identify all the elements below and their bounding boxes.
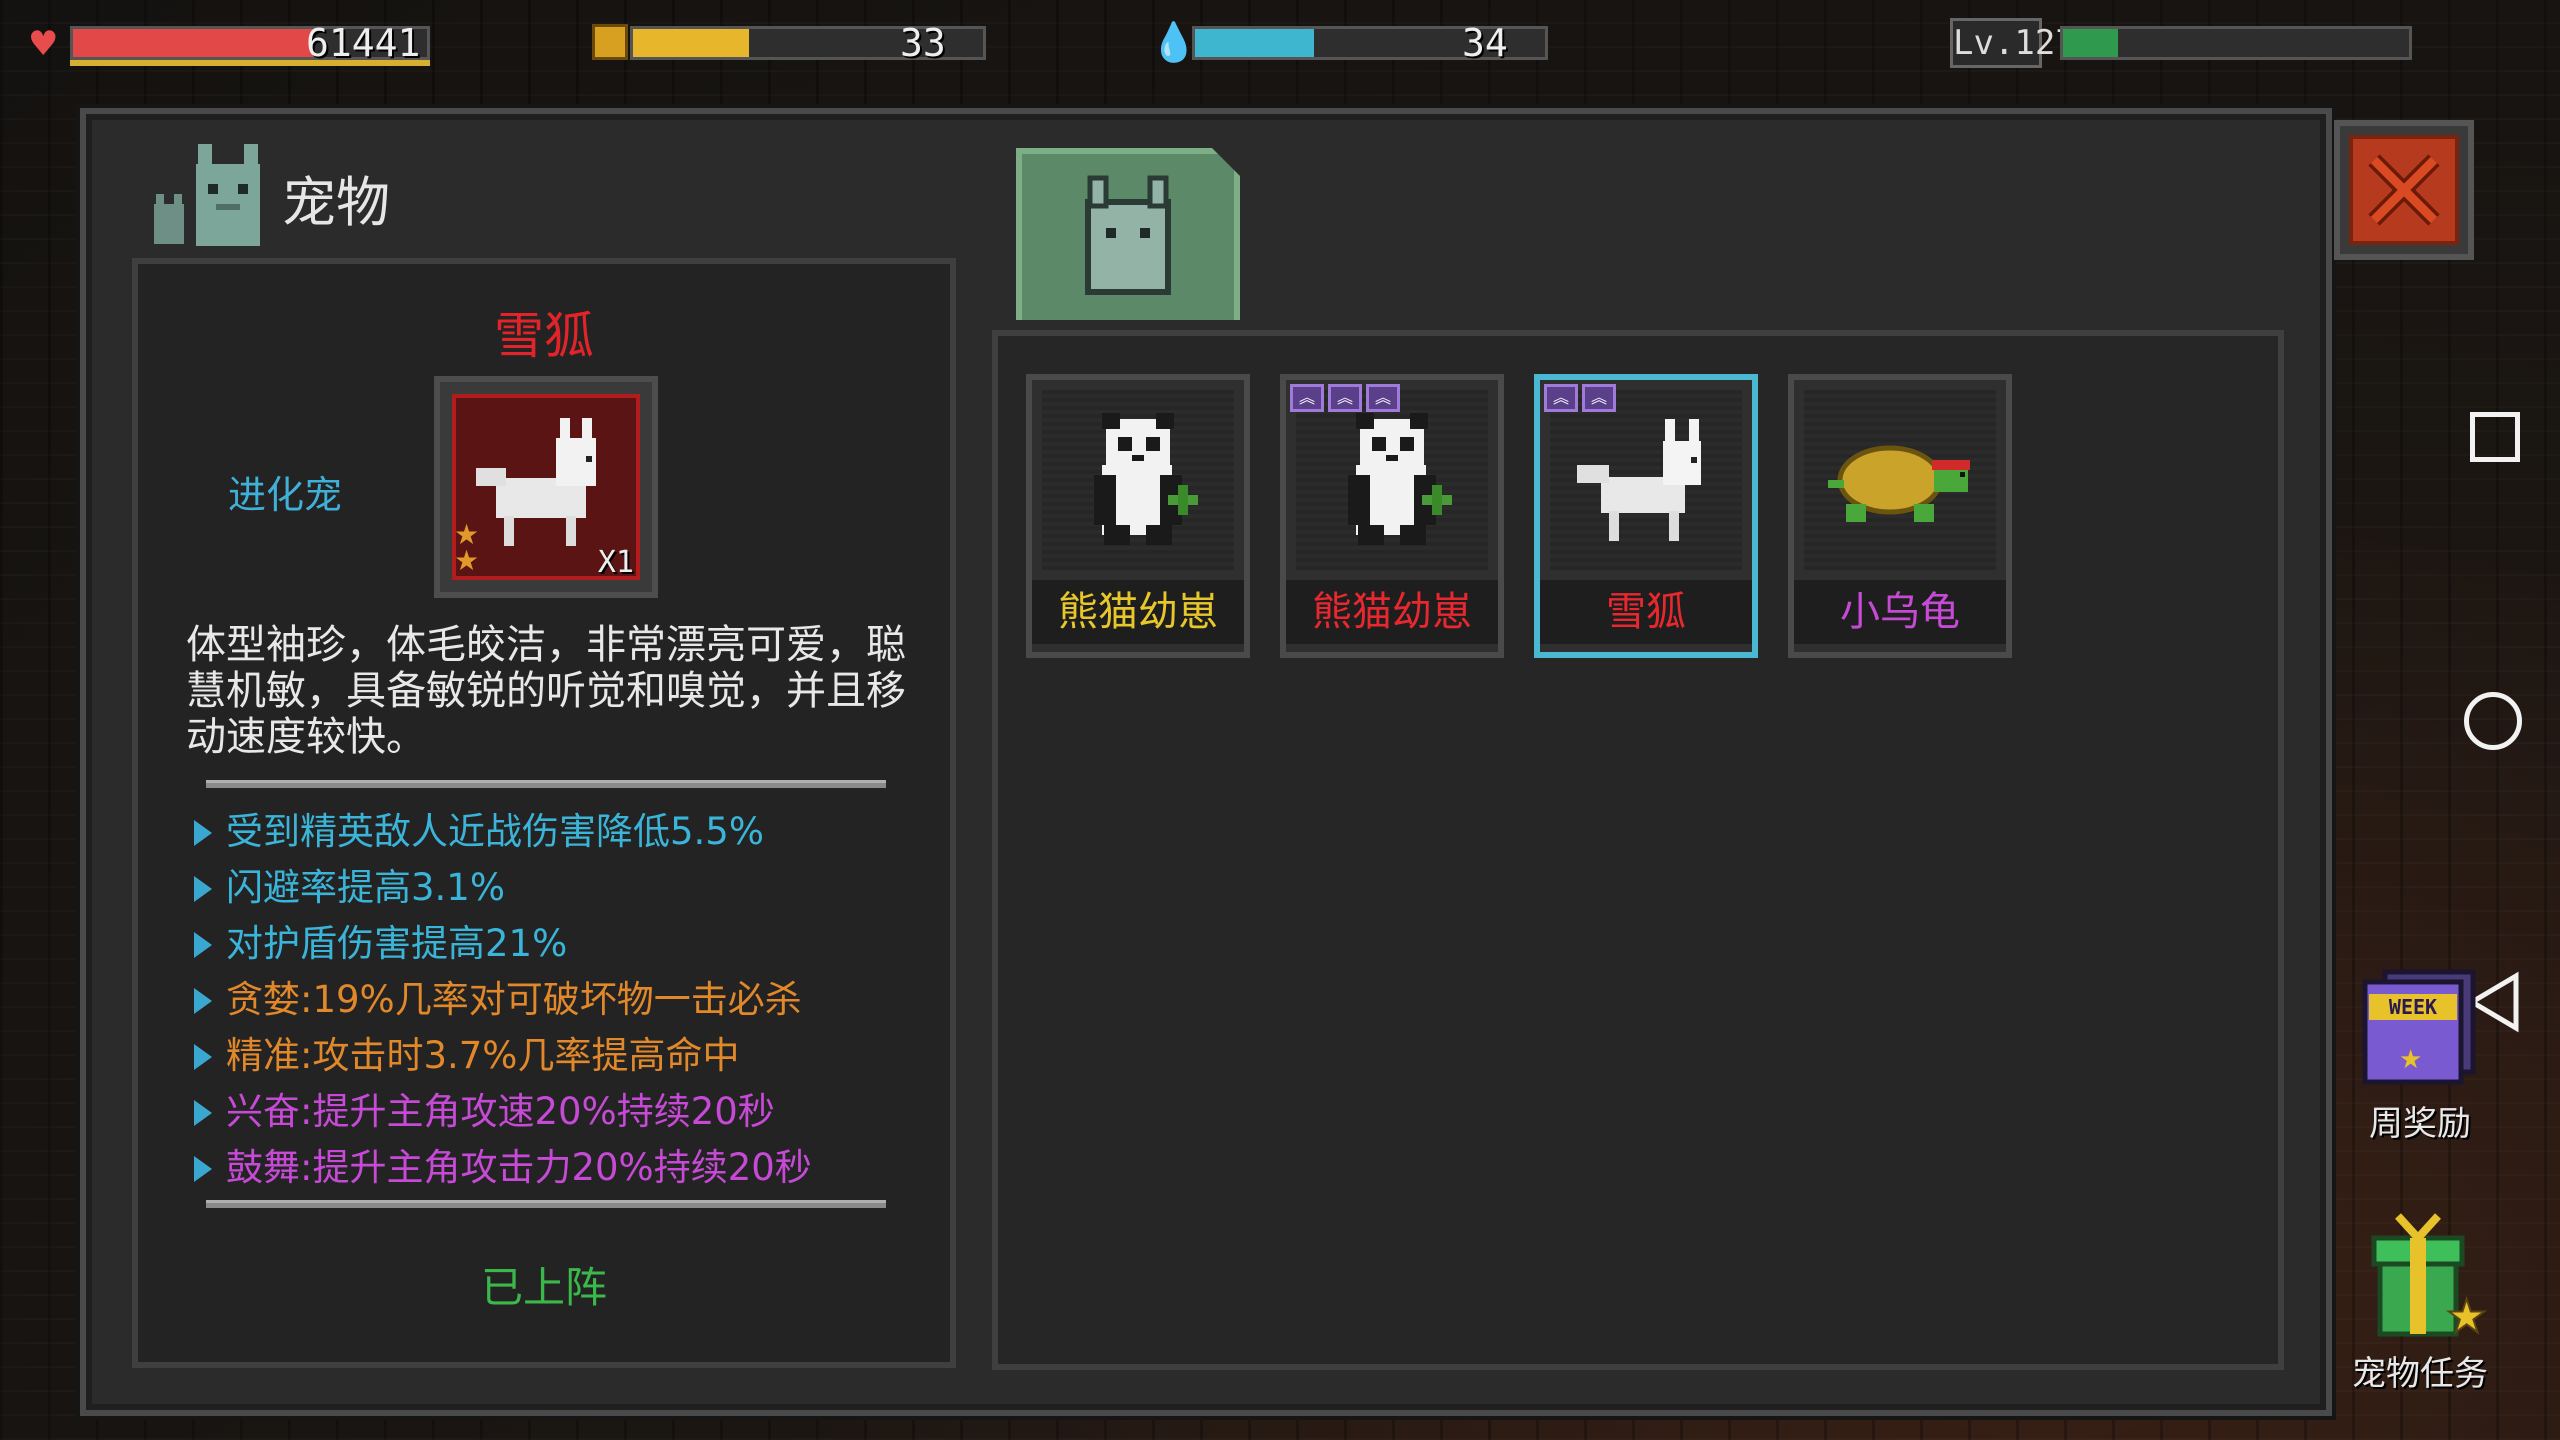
deployed-status: 已上阵 [480,1263,607,1312]
pet-panda-sprite [1296,390,1488,570]
triangle-bullet-icon [194,988,212,1014]
upgrade-chevron-icon: ︽ [1582,384,1616,412]
evolve-pet-link[interactable]: 进化宠 [228,464,342,519]
weekly-reward-label: 周奖励 [2369,1104,2471,1144]
pet-card-name: 熊猫幼崽 [1032,580,1244,644]
square-nav-icon[interactable] [2470,412,2520,462]
pet-task-label: 宠物任务 [2352,1354,2488,1394]
pet-name: 雪狐 [494,307,594,365]
pet-attribute-text: 贪婪:19%几率对可破坏物一击必杀 [226,978,802,1021]
svg-text:★: ★ [2446,1289,2487,1342]
upgrade-chevron-icon: ︽ [1290,384,1324,412]
pet-card-name: 小乌龟 [1794,580,2006,644]
energy-stat: 33 [630,20,986,66]
tab-pets[interactable] [1016,148,1240,320]
upgrade-badges: ︽ ︽ ︽ [1290,384,1400,412]
pet-attributes: 受到精英敌人近战伤害降低5.5% 闪避率提高3.1% 对护盾伤害提高21% 贪婪:19… [194,804,934,1196]
pet-portrait: ★ ★ X1 [434,376,658,598]
pet-card[interactable]: ︽ ︽ 雪狐 [1534,374,1758,658]
pet-task-button[interactable]: ★ 宠物任务 [2330,1208,2510,1395]
pet-attribute-text: 精准:攻击时3.7%几率提高命中 [226,1034,740,1077]
pet-panda-sprite [1042,390,1234,570]
pet-attribute-text: 兴奋:提升主角攻速20%持续20秒 [226,1090,775,1133]
triangle-bullet-icon [194,1156,212,1182]
triangle-bullet-icon [194,1044,212,1070]
rarity-stars: ★ ★ [454,518,480,577]
pet-detail-panel: 雪狐 进化宠 ★ ★ X1 体型袖珍，体毛皎洁，非常漂亮可爱，聪慧机敏，具备敏锐的… [132,258,956,1368]
calendar-icon: WEEK ★ [2362,969,2476,1085]
pet-attribute-text: 闪避率提高3.1% [226,866,505,909]
pet-attribute-text: 鼓舞:提升主角攻击力20%持续20秒 [226,1146,812,1189]
pet-count: X1 [597,545,634,580]
divider-bottom [206,1200,886,1208]
pet-card[interactable]: 熊猫幼崽 [1026,374,1250,658]
hud-bar: ♥ 61441 33 💧 34 Lv.127 [0,0,2560,90]
gift-icon: ★ [2371,1213,2488,1344]
upgrade-badges: ︽ ︽ [1544,384,1616,412]
pet-attribute: 闪避率提高3.1% [194,860,934,916]
xp-bar-fill [2063,29,2119,57]
pet-fox-sprite [1550,390,1742,570]
mana-value: 34 [1462,21,1508,65]
pet-attribute-text: 对护盾伤害提高21% [226,922,568,965]
pet-cat-icon [154,144,260,246]
mana-stat: 34 [1192,20,1548,66]
hp-bar-fill [73,29,314,57]
pet-card[interactable]: ︽ ︽ ︽ 熊猫幼崽 [1280,374,1504,658]
close-button[interactable] [2334,120,2474,260]
close-icon [2368,154,2440,226]
svg-text:★: ★ [2399,1045,2422,1075]
triangle-bullet-icon [194,820,212,846]
pet-turtle-sprite [1804,390,1996,570]
energy-value: 33 [900,21,946,65]
upgrade-chevron-icon: ︽ [1366,384,1400,412]
triangle-bullet-icon [194,1100,212,1126]
pet-attribute-text: 受到精英敌人近战伤害降低5.5% [226,810,764,853]
pet-description: 体型袖珍，体毛皎洁，非常漂亮可爱，聪慧机敏，具备敏锐的听觉和嗅觉，并且移动速度较… [186,622,906,760]
mana-drop-icon: 💧 [1150,20,1198,64]
energy-icon [592,24,628,60]
tab-cat-icon [1085,175,1171,295]
panel-title: 宠物 [282,171,390,234]
pet-card[interactable]: 小乌龟 [1788,374,2012,658]
circle-nav-icon[interactable] [2464,692,2522,750]
xp-stat [2060,20,2412,66]
triangle-bullet-icon [194,932,212,958]
energy-bar-fill [633,29,749,57]
upgrade-chevron-icon: ︽ [1328,384,1362,412]
weekly-reward-button[interactable]: WEEK ★ 周奖励 [2330,968,2510,1145]
pet-attribute: 受到精英敌人近战伤害降低5.5% [194,804,934,860]
mana-bar-fill [1195,29,1314,57]
pet-grid: 熊猫幼崽 ︽ ︽ ︽ 熊猫幼崽 ︽ ︽ 雪狐 小乌龟 [992,330,2284,1370]
pet-attribute: 精准:攻击时3.7%几率提高命中 [194,1028,934,1084]
pet-attribute: 兴奋:提升主角攻速20%持续20秒 [194,1084,934,1140]
pet-card-name: 熊猫幼崽 [1286,580,1498,644]
week-text: WEEK [2389,995,2437,1019]
upgrade-chevron-icon: ︽ [1544,384,1578,412]
heart-icon: ♥ [28,24,59,64]
pet-attribute: 鼓舞:提升主角攻击力20%持续20秒 [194,1140,934,1196]
pet-attribute: 对护盾伤害提高21% [194,916,934,972]
divider-top [206,780,886,788]
hp-stat: 61441 [70,20,430,66]
hp-underline [70,60,430,66]
pet-card-name: 雪狐 [1540,580,1752,644]
level-label: Lv.127 [1950,18,2076,68]
pet-attribute: 贪婪:19%几率对可破坏物一击必杀 [194,972,934,1028]
triangle-bullet-icon [194,876,212,902]
